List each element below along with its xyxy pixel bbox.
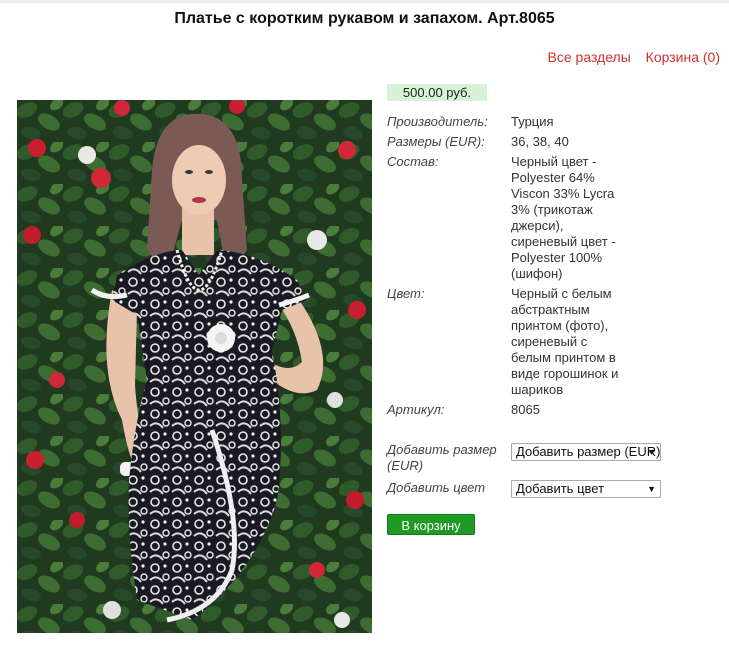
top-links: Все разделы Корзина (0) <box>537 49 720 65</box>
add-to-cart-button[interactable]: В корзину <box>387 514 475 535</box>
size-select-value: Добавить размер (EUR) <box>516 444 661 459</box>
price-badge: 500.00 руб. <box>387 84 487 101</box>
add-size-label: Добавить размер (EUR) <box>387 442 497 473</box>
product-photo[interactable] <box>17 100 372 633</box>
property-value: Черный цвет - Polyester 64% Viscon 33% L… <box>511 154 616 281</box>
dropdown-arrow-icon: ▼ <box>647 484 656 494</box>
property-value: Турция <box>511 114 554 129</box>
property-label: Артикул: <box>387 402 445 417</box>
color-select[interactable]: Добавить цвет ▼ <box>511 480 661 498</box>
property-row: Размеры (EUR): 36, 38, 40 <box>387 134 667 150</box>
property-value: 8065 <box>511 402 540 417</box>
property-label: Производитель: <box>387 114 488 129</box>
property-label: Цвет: <box>387 286 425 301</box>
top-divider <box>0 0 729 3</box>
property-value: Черный с белым абстрактным принтом (фото… <box>511 286 619 397</box>
dropdown-arrow-icon: ▼ <box>647 447 656 457</box>
property-label: Размеры (EUR): <box>387 134 485 149</box>
add-size-row: Добавить размер (EUR) Добавить размер (E… <box>387 442 661 474</box>
property-row: Артикул: 8065 <box>387 402 667 418</box>
size-select[interactable]: Добавить размер (EUR) ▼ <box>511 443 661 461</box>
property-row: Цвет: Черный с белым абстрактным принтом… <box>387 286 667 398</box>
property-row: Производитель: Турция <box>387 114 667 130</box>
color-select-value: Добавить цвет <box>516 481 605 496</box>
all-sections-link[interactable]: Все разделы <box>548 49 631 65</box>
property-value: 36, 38, 40 <box>511 134 569 149</box>
cart-link[interactable]: Корзина (0) <box>646 49 720 65</box>
property-label: Состав: <box>387 154 439 169</box>
add-color-row: Добавить цвет Добавить цвет ▼ <box>387 480 661 498</box>
property-row: Состав: Черный цвет - Polyester 64% Visc… <box>387 154 667 282</box>
product-properties: Производитель: Турция Размеры (EUR): 36,… <box>387 114 667 422</box>
page-title: Платье с коротким рукавом и запахом. Арт… <box>174 10 555 27</box>
add-color-label: Добавить цвет <box>387 480 486 495</box>
